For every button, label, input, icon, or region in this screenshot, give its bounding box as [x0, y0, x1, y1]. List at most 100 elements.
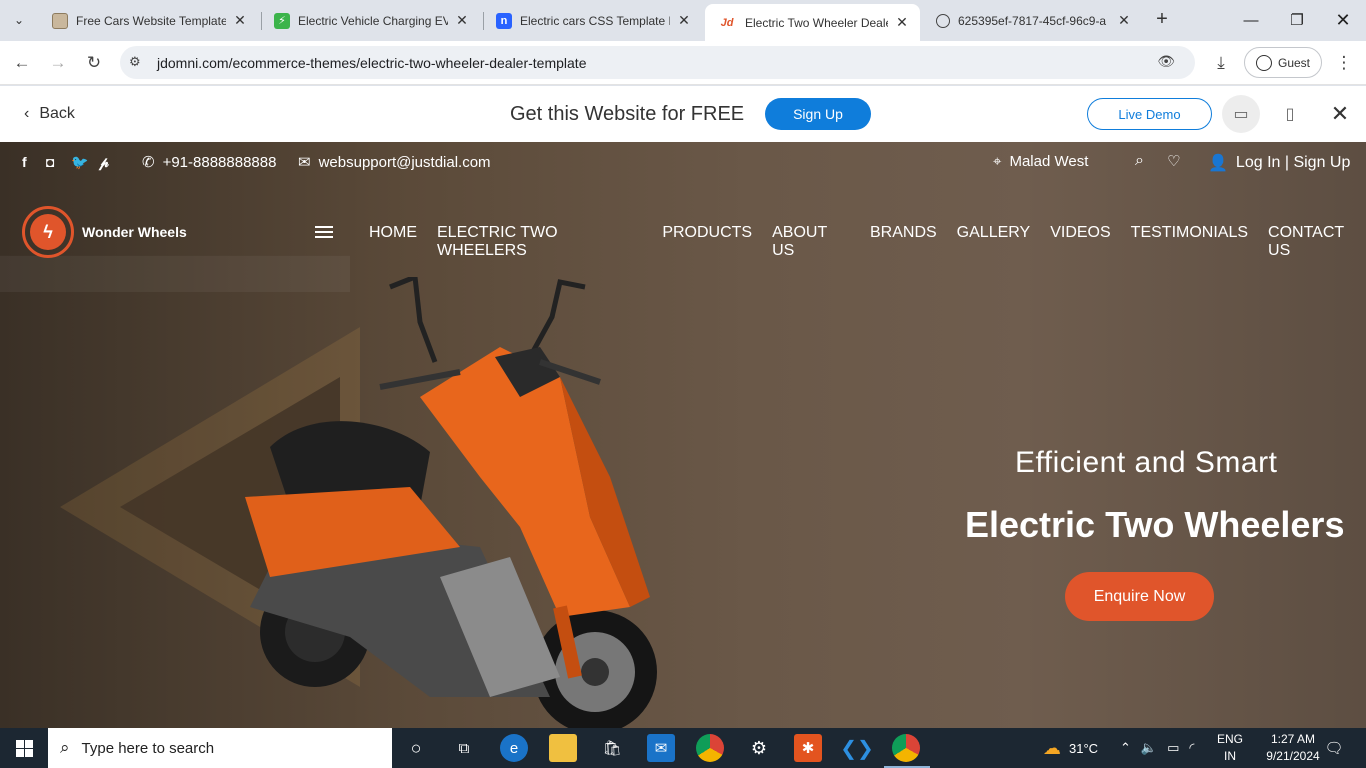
nav-item-contact-us[interactable]: CONTACT US: [1268, 224, 1366, 260]
tracking-protection-icon[interactable]: 👁: [1157, 53, 1175, 70]
search-icon: ⌕: [60, 738, 70, 757]
file-explorer-icon[interactable]: [549, 734, 577, 762]
weather-widget[interactable]: ☁ 31°C: [1043, 728, 1098, 768]
browser-menu-icon[interactable]: ⋮: [1330, 49, 1358, 77]
mail-icon: ✉: [298, 154, 311, 171]
forward-arrow-icon[interactable]: →: [44, 49, 72, 77]
site-settings-icon[interactable]: ⚙: [129, 54, 145, 70]
top-contact-strip: f ◘ 🐦 𝓅 ✆ +91-8888888888 ✉ websupport@ju…: [0, 142, 1366, 182]
main-navigation: HOME ELECTRIC TWO WHEELERS PRODUCTS ABOU…: [369, 224, 1366, 260]
tab-uuid-page[interactable]: 625395ef-7817-45cf-96c9-a ✕: [924, 6, 1142, 35]
wifi-icon[interactable]: ◜: [1189, 740, 1194, 756]
language-indicator[interactable]: ENG IN: [1202, 731, 1258, 765]
phone-icon: ✆: [142, 154, 155, 171]
windows-taskbar: ⌕ Type here to search ○ ⧉ e 🛍 ✉ ⚙ ✱ ❮❯ ☁…: [0, 728, 1366, 768]
desktop-view-icon[interactable]: ▭: [1222, 95, 1260, 133]
ev-charging-icon: ⚡: [274, 12, 290, 29]
browser-toolbar: ← → ↻ ⚙ jdomni.com/ecommerce-themes/elec…: [0, 41, 1366, 85]
start-button[interactable]: [0, 728, 48, 768]
brand-logo[interactable]: ϟ Wonder Wheels: [22, 206, 187, 258]
back-arrow-icon[interactable]: ←: [8, 49, 36, 77]
mail-app-icon[interactable]: ✉: [647, 734, 675, 762]
lightning-bolt-icon: ϟ: [30, 214, 66, 250]
close-tab-icon[interactable]: ✕: [232, 12, 248, 29]
language-top: ENG: [1216, 732, 1243, 746]
location-pin-icon: ⌖: [993, 153, 1002, 170]
email-contact[interactable]: ✉ websupport@justdial.com: [298, 153, 491, 172]
nav-item-home[interactable]: HOME: [369, 224, 417, 260]
close-tab-icon[interactable]: ✕: [894, 14, 910, 31]
microsoft-store-icon[interactable]: 🛍: [598, 734, 626, 762]
pinterest-icon[interactable]: 𝓅: [99, 154, 109, 171]
task-view-icon[interactable]: ⧉: [450, 734, 478, 762]
window-close-icon[interactable]: ✕: [1320, 0, 1366, 40]
close-tab-icon[interactable]: ✕: [1116, 12, 1132, 29]
hero-title: Electric Two Wheelers: [965, 504, 1345, 545]
twitter-icon[interactable]: 🐦: [71, 154, 88, 171]
live-demo-button[interactable]: Live Demo: [1087, 98, 1212, 130]
login-link[interactable]: 👤 Log In | Sign Up: [1208, 153, 1350, 173]
enquire-now-button[interactable]: Enquire Now: [1065, 572, 1214, 621]
vscode-icon[interactable]: ❮❯: [840, 734, 874, 762]
new-tab-plus-icon[interactable]: +: [1150, 8, 1174, 32]
taskbar-search-box[interactable]: ⌕ Type here to search: [48, 728, 392, 768]
notification-icon[interactable]: 🗨: [1320, 734, 1348, 762]
promo-text: Get this Website for FREE: [510, 103, 745, 125]
signup-button[interactable]: Sign Up: [765, 98, 871, 130]
hamburger-menu-icon[interactable]: [315, 226, 333, 241]
location-selector[interactable]: ⌖ Malad West: [993, 153, 1088, 170]
n-letter-icon: n: [496, 12, 512, 29]
logo-ring-icon: ϟ: [22, 206, 74, 258]
nav-item-electric-two-wheelers[interactable]: ELECTRIC TWO WHEELERS: [437, 224, 642, 260]
reload-icon[interactable]: ↻: [80, 49, 108, 77]
tab-search-chevron-icon[interactable]: ⌄: [6, 8, 32, 32]
nav-item-testimonials[interactable]: TESTIMONIALS: [1131, 224, 1248, 260]
url-text[interactable]: jdomni.com/ecommerce-themes/electric-two…: [157, 55, 586, 71]
close-promo-icon[interactable]: ✕: [1321, 95, 1359, 133]
nav-item-gallery[interactable]: GALLERY: [957, 224, 1031, 260]
back-link[interactable]: ‹ Back: [24, 105, 75, 123]
instagram-icon[interactable]: ◘: [46, 154, 54, 170]
edge-browser-icon[interactable]: e: [500, 734, 528, 762]
address-bar[interactable]: ⚙ jdomni.com/ecommerce-themes/electric-t…: [120, 46, 1195, 79]
taskbar-search-placeholder: Type here to search: [81, 739, 215, 757]
tab-title: Electric cars CSS Template Li: [520, 13, 670, 28]
nav-item-videos[interactable]: VIDEOS: [1050, 224, 1110, 260]
globe-icon: [936, 13, 950, 28]
chrome-active-icon[interactable]: [892, 734, 920, 762]
restore-icon[interactable]: ❐: [1274, 0, 1320, 40]
mobile-view-icon[interactable]: ▯: [1271, 95, 1309, 133]
promo-bar: ‹ Back Get this Website for FREE Sign Up…: [0, 86, 1366, 142]
close-tab-icon[interactable]: ✕: [676, 12, 692, 29]
heart-icon[interactable]: ♡: [1167, 152, 1180, 170]
profile-button[interactable]: Guest: [1244, 47, 1322, 78]
browser-tab-bar: ⌄ Free Cars Website Templates ✕ ⚡ Electr…: [0, 0, 1366, 41]
nav-item-brands[interactable]: BRANDS: [870, 224, 937, 260]
tab-ev-charging[interactable]: ⚡ Electric Vehicle Charging EV ✕: [262, 6, 480, 35]
tab-electric-two-wheeler[interactable]: Jd Electric Two Wheeler Dealer ✕: [705, 4, 920, 41]
cortana-icon[interactable]: ○: [402, 734, 430, 762]
close-tab-icon[interactable]: ✕: [454, 12, 470, 29]
facebook-icon[interactable]: f: [22, 154, 27, 170]
scooter-image: [245, 277, 657, 728]
minimize-icon[interactable]: —: [1228, 0, 1274, 40]
battery-icon[interactable]: ▭: [1167, 740, 1179, 756]
brand-name: Wonder Wheels: [82, 224, 187, 240]
phone-contact[interactable]: ✆ +91-8888888888: [142, 153, 277, 172]
download-icon[interactable]: ⤓: [1207, 49, 1235, 77]
chrome-icon[interactable]: [696, 734, 724, 762]
search-icon[interactable]: ⌕: [1135, 152, 1144, 170]
chevron-up-icon[interactable]: ⌃: [1120, 740, 1131, 756]
tab-electric-cars-css[interactable]: n Electric cars CSS Template Li ✕: [484, 6, 702, 35]
xampp-icon[interactable]: ✱: [794, 734, 822, 762]
nav-item-about-us[interactable]: ABOUT US: [772, 224, 850, 260]
tab-free-cars[interactable]: Free Cars Website Templates ✕: [40, 6, 258, 35]
nav-item-products[interactable]: PRODUCTS: [662, 224, 752, 260]
tab-title: Electric Vehicle Charging EV: [298, 13, 448, 28]
back-label: Back: [39, 105, 75, 122]
weather-temperature: 31°C: [1069, 740, 1099, 756]
phone-number: +91-8888888888: [162, 153, 277, 171]
settings-gear-icon[interactable]: ⚙: [745, 734, 773, 762]
profile-label: Guest: [1277, 55, 1310, 70]
speaker-icon[interactable]: 🔈: [1141, 740, 1157, 756]
